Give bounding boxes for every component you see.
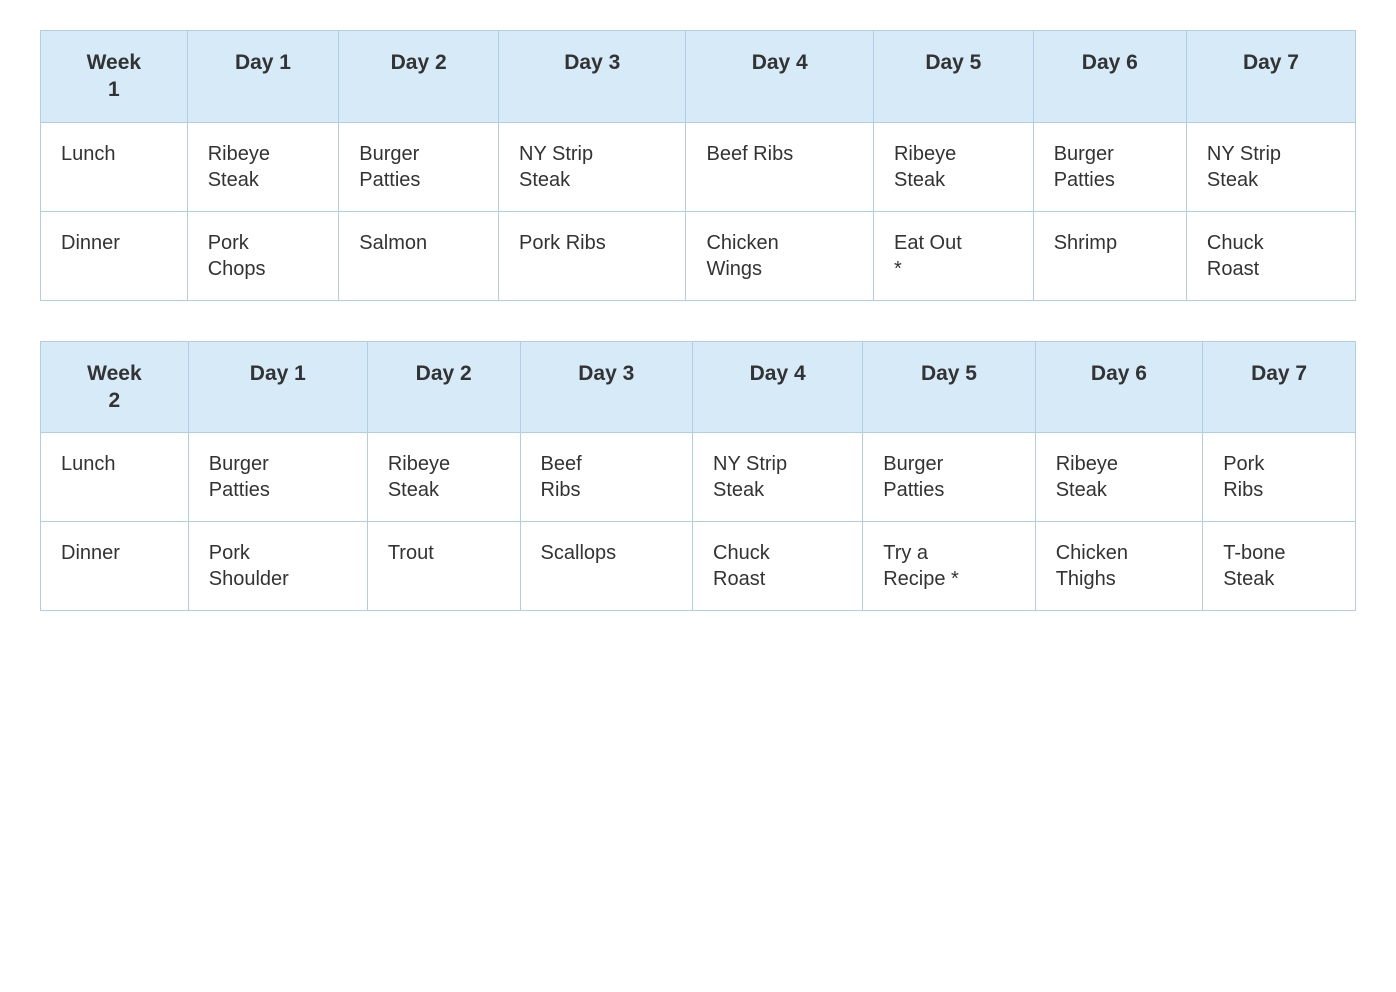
week1-lunch-day5: Ribeye Steak: [873, 122, 1033, 211]
week2-dinner-row: Dinner Pork Shoulder Trout Scallops Chuc…: [41, 522, 1356, 611]
week2-dinner-day4: Chuck Roast: [693, 522, 863, 611]
week1-lunch-row: Lunch Ribeye Steak Burger Patties NY Str…: [41, 122, 1356, 211]
week1-dinner-day2: Salmon: [339, 211, 499, 300]
week1-dinner-day4: Chicken Wings: [686, 211, 874, 300]
week2-day1-header: Day 1: [188, 341, 367, 433]
week2-lunch-day7: Pork Ribs: [1203, 433, 1356, 522]
week1-dinner-day3: Pork Ribs: [499, 211, 686, 300]
week1-lunch-day4: Beef Ribs: [686, 122, 874, 211]
week1-dinner-label: Dinner: [41, 211, 188, 300]
week1-lunch-day6: Burger Patties: [1033, 122, 1186, 211]
week2-day2-header: Day 2: [367, 341, 520, 433]
week2-lunch-day6: Ribeye Steak: [1035, 433, 1203, 522]
week1-day2-header: Day 2: [339, 31, 499, 123]
week2-lunch-day3: Beef Ribs: [520, 433, 692, 522]
week1-table: Week 1 Day 1 Day 2 Day 3 Day 4 Day 5 Day…: [40, 30, 1356, 301]
week2-day4-header: Day 4: [693, 341, 863, 433]
week2-dinner-day5: Try a Recipe *: [863, 522, 1035, 611]
week1-day5-header: Day 5: [873, 31, 1033, 123]
week1-day7-header: Day 7: [1186, 31, 1355, 123]
week2-day5-header: Day 5: [863, 341, 1035, 433]
week2-lunch-row: Lunch Burger Patties Ribeye Steak Beef R…: [41, 433, 1356, 522]
week1-lunch-day3: NY Strip Steak: [499, 122, 686, 211]
week1-lunch-label: Lunch: [41, 122, 188, 211]
week2-day7-header: Day 7: [1203, 341, 1356, 433]
week2-dinner-day7: T-bone Steak: [1203, 522, 1356, 611]
week1-day4-header: Day 4: [686, 31, 874, 123]
week1-dinner-row: Dinner Pork Chops Salmon Pork Ribs Chick…: [41, 211, 1356, 300]
week2-lunch-day5: Burger Patties: [863, 433, 1035, 522]
week2-label: Week 2: [41, 341, 189, 433]
week2-day6-header: Day 6: [1035, 341, 1203, 433]
week2-table: Week 2 Day 1 Day 2 Day 3 Day 4 Day 5 Day…: [40, 341, 1356, 612]
week1-lunch-day1: Ribeye Steak: [187, 122, 339, 211]
week2-dinner-label: Dinner: [41, 522, 189, 611]
week2-lunch-label: Lunch: [41, 433, 189, 522]
week2-lunch-day1: Burger Patties: [188, 433, 367, 522]
week1-day3-header: Day 3: [499, 31, 686, 123]
week1-day6-header: Day 6: [1033, 31, 1186, 123]
week2-lunch-day4: NY Strip Steak: [693, 433, 863, 522]
week2-lunch-day2: Ribeye Steak: [367, 433, 520, 522]
week2-dinner-day6: Chicken Thighs: [1035, 522, 1203, 611]
week1-lunch-day2: Burger Patties: [339, 122, 499, 211]
week2-dinner-day3: Scallops: [520, 522, 692, 611]
week2-day3-header: Day 3: [520, 341, 692, 433]
week1-dinner-day1: Pork Chops: [187, 211, 339, 300]
week2-dinner-day2: Trout: [367, 522, 520, 611]
week1-dinner-day7: Chuck Roast: [1186, 211, 1355, 300]
week1-lunch-day7: NY Strip Steak: [1186, 122, 1355, 211]
week1-dinner-day5: Eat Out *: [873, 211, 1033, 300]
week1-dinner-day6: Shrimp: [1033, 211, 1186, 300]
week1-label: Week 1: [41, 31, 188, 123]
week2-dinner-day1: Pork Shoulder: [188, 522, 367, 611]
week1-day1-header: Day 1: [187, 31, 339, 123]
